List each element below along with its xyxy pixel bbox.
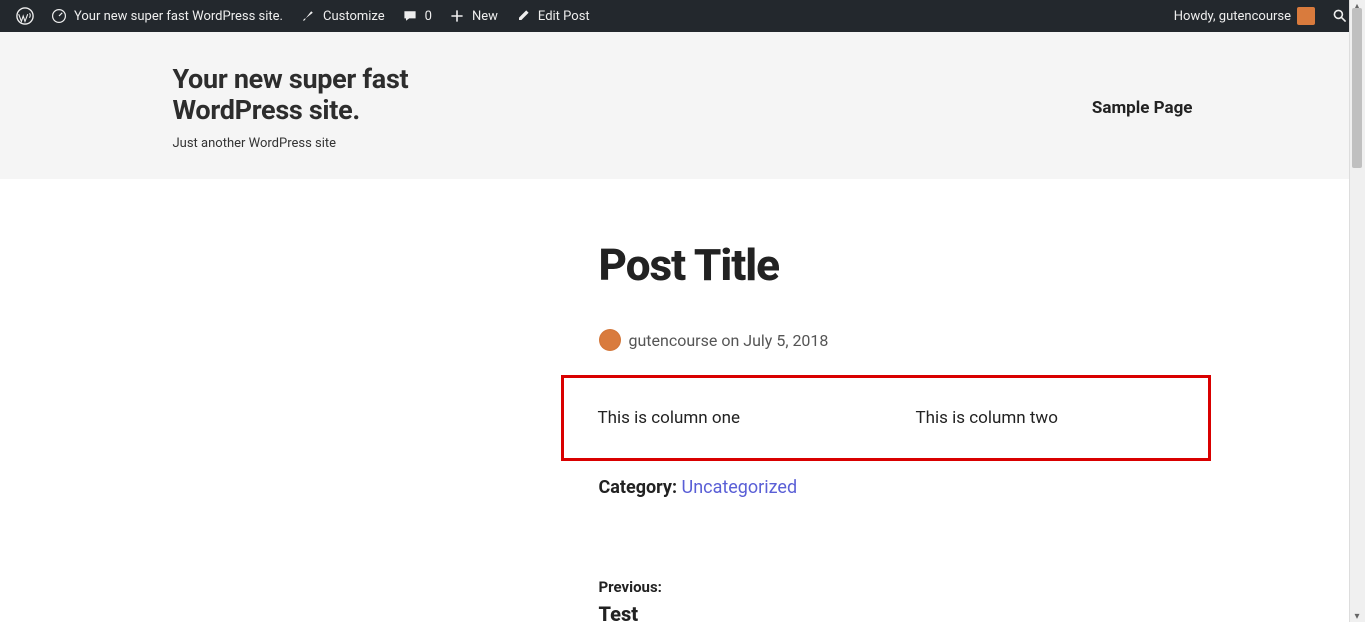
admin-bar-right: Howdy, gutencourse	[1166, 0, 1357, 32]
post-title: Post Title	[599, 239, 1239, 291]
column-two: This is column two	[856, 408, 1174, 428]
post-date[interactable]: July 5, 2018	[743, 331, 828, 350]
prev-post-link[interactable]: Test	[599, 602, 1239, 626]
content-area: Post Title gutencourse on July 5, 2018 T…	[0, 179, 1365, 626]
scroll-down-arrow-icon[interactable]: ▾	[1351, 610, 1363, 622]
avatar-icon	[1297, 7, 1315, 25]
wp-logo-menu[interactable]	[8, 0, 42, 32]
category-link[interactable]: Uncategorized	[682, 477, 798, 498]
primary-nav: Sample Page	[1092, 98, 1193, 118]
post-author[interactable]: gutencourse	[629, 331, 718, 350]
column-one: This is column one	[598, 408, 856, 428]
plus-icon	[448, 7, 466, 25]
admin-bar-left: Your new super fast WordPress site. Cust…	[8, 0, 598, 32]
post-meta: gutencourse on July 5, 2018	[599, 329, 1239, 351]
new-content-link[interactable]: New	[440, 0, 506, 32]
comments-count: 0	[425, 9, 432, 24]
comments-link[interactable]: 0	[393, 0, 440, 32]
site-name-menu[interactable]: Your new super fast WordPress site.	[42, 0, 291, 32]
dashboard-icon	[50, 7, 68, 25]
columns-block: This is column one This is column two	[561, 375, 1211, 461]
pencil-icon	[514, 7, 532, 25]
search-icon	[1331, 7, 1349, 25]
comment-icon	[401, 7, 419, 25]
wordpress-logo-icon	[16, 7, 34, 25]
meta-on: on	[721, 331, 739, 350]
post-navigation: Previous: Test	[599, 578, 1239, 626]
wp-admin-bar: Your new super fast WordPress site. Cust…	[0, 0, 1365, 32]
site-title[interactable]: Your new super fast WordPress site.	[173, 64, 533, 126]
site-tagline: Just another WordPress site	[173, 136, 533, 151]
new-label: New	[472, 9, 498, 24]
my-account-link[interactable]: Howdy, gutencourse	[1166, 0, 1323, 32]
customize-label: Customize	[323, 9, 385, 24]
author-avatar-icon	[599, 329, 621, 351]
prev-label: Previous:	[599, 578, 1239, 596]
customize-link[interactable]: Customize	[291, 0, 393, 32]
site-header: Your new super fast WordPress site. Just…	[43, 32, 1323, 179]
site-header-region: Your new super fast WordPress site. Just…	[0, 32, 1365, 179]
edit-post-link[interactable]: Edit Post	[506, 0, 598, 32]
site-branding: Your new super fast WordPress site. Just…	[173, 64, 533, 151]
brush-icon	[299, 7, 317, 25]
nav-sample-page[interactable]: Sample Page	[1092, 98, 1193, 118]
vertical-scrollbar[interactable]: ▴ ▾	[1349, 0, 1365, 622]
category-label: Category:	[599, 477, 678, 498]
scroll-thumb[interactable]	[1352, 8, 1362, 168]
admin-site-name: Your new super fast WordPress site.	[74, 9, 283, 24]
post-category: Category: Uncategorized	[599, 477, 1239, 498]
howdy-text: Howdy, gutencourse	[1174, 9, 1291, 24]
edit-post-label: Edit Post	[538, 9, 590, 24]
post: Post Title gutencourse on July 5, 2018 T…	[303, 239, 1063, 626]
